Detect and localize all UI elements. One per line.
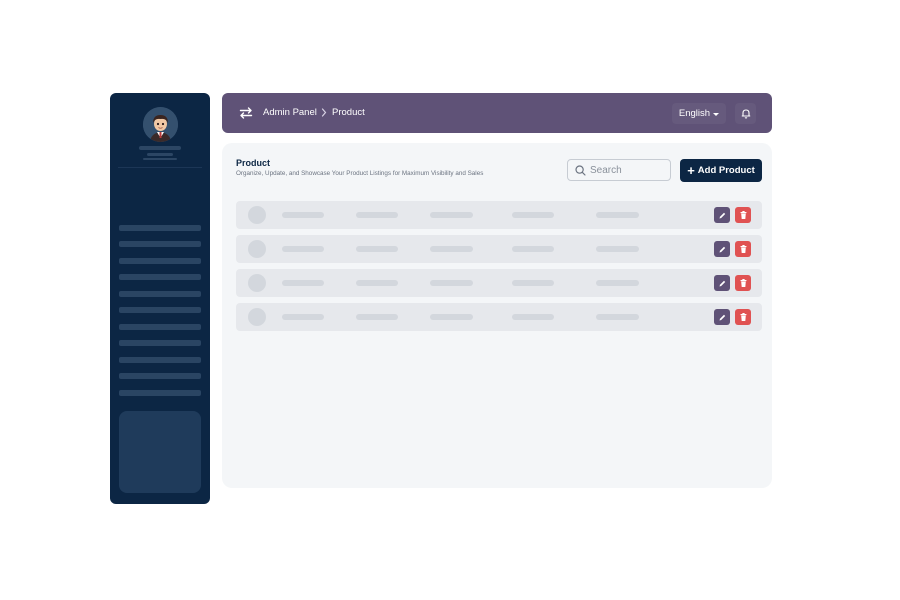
pencil-icon (719, 314, 725, 320)
search-input[interactable] (590, 161, 666, 179)
sidebar-promo-card (119, 411, 201, 493)
edit-button[interactable] (714, 309, 730, 325)
row-cell-placeholder (356, 246, 398, 252)
language-select[interactable]: English (672, 103, 726, 124)
row-cell-placeholder (430, 212, 473, 218)
delete-button[interactable] (735, 275, 751, 291)
row-cell-placeholder (596, 280, 639, 286)
row-cell-placeholder (356, 212, 398, 218)
profile-divider (118, 167, 202, 168)
sidebar-item[interactable] (119, 373, 201, 379)
sidebar (110, 93, 210, 504)
row-cell-placeholder (430, 246, 473, 252)
row-cell-placeholder (512, 314, 554, 320)
page-title: Product (236, 158, 271, 168)
sidebar-item[interactable] (119, 324, 201, 330)
row-cell-placeholder (282, 314, 324, 320)
row-cell-placeholder (430, 314, 473, 320)
breadcrumb-item-product: Product (332, 107, 365, 118)
add-product-label: Add Product (697, 165, 755, 176)
table-row[interactable] (236, 235, 762, 263)
sidebar-item[interactable] (119, 241, 201, 247)
profile-meta-placeholder (143, 158, 177, 160)
edit-button[interactable] (714, 207, 730, 223)
pencil-icon (719, 246, 725, 252)
sidebar-item[interactable] (119, 225, 201, 231)
swap-arrows-icon[interactable] (239, 106, 253, 120)
trash-icon (740, 245, 746, 253)
row-image-placeholder (248, 274, 266, 292)
row-cell-placeholder (596, 314, 639, 320)
row-cell-placeholder (430, 280, 473, 286)
trash-icon (740, 313, 746, 321)
avatar-image (143, 107, 178, 142)
row-cell-placeholder (356, 314, 398, 320)
edit-button[interactable] (714, 241, 730, 257)
breadcrumb-item-admin-panel[interactable]: Admin Panel (263, 107, 317, 118)
row-cell-placeholder (596, 246, 639, 252)
delete-button[interactable] (735, 309, 751, 325)
delete-button[interactable] (735, 207, 751, 223)
pencil-icon (719, 212, 725, 218)
table-row[interactable] (236, 303, 762, 331)
trash-icon (740, 211, 746, 219)
avatar[interactable] (143, 107, 178, 142)
profile-name-placeholder (139, 146, 181, 150)
edit-button[interactable] (714, 275, 730, 291)
page-subtitle: Organize, Update, and Showcase Your Prod… (236, 170, 484, 177)
row-cell-placeholder (282, 280, 324, 286)
caret-down-icon (713, 112, 720, 116)
row-cell-placeholder (512, 212, 554, 218)
row-image-placeholder (248, 206, 266, 224)
sidebar-item[interactable] (119, 390, 201, 396)
row-cell-placeholder (356, 280, 398, 286)
profile-role-placeholder (147, 153, 173, 156)
notifications-button[interactable] (735, 103, 756, 124)
bell-icon (741, 109, 750, 119)
search-box[interactable] (567, 159, 671, 181)
plus-icon: + (687, 163, 695, 178)
language-label: English (678, 108, 711, 119)
row-cell-placeholder (512, 246, 554, 252)
row-cell-placeholder (596, 212, 639, 218)
sidebar-item[interactable] (119, 307, 201, 313)
row-image-placeholder (248, 308, 266, 326)
row-cell-placeholder (282, 246, 324, 252)
table-row[interactable] (236, 269, 762, 297)
add-product-button[interactable]: + Add Product (680, 159, 762, 182)
sidebar-item[interactable] (119, 291, 201, 297)
sidebar-item[interactable] (119, 357, 201, 363)
chevron-right-icon (321, 108, 327, 117)
search-icon (575, 165, 586, 176)
row-image-placeholder (248, 240, 266, 258)
delete-button[interactable] (735, 241, 751, 257)
trash-icon (740, 279, 746, 287)
row-cell-placeholder (512, 280, 554, 286)
product-panel: Product Organize, Update, and Showcase Y… (222, 143, 772, 488)
row-cell-placeholder (282, 212, 324, 218)
table-row[interactable] (236, 201, 762, 229)
sidebar-item[interactable] (119, 340, 201, 346)
sidebar-item[interactable] (119, 274, 201, 280)
sidebar-item[interactable] (119, 258, 201, 264)
top-bar: Admin Panel Product English (222, 93, 772, 133)
pencil-icon (719, 280, 725, 286)
